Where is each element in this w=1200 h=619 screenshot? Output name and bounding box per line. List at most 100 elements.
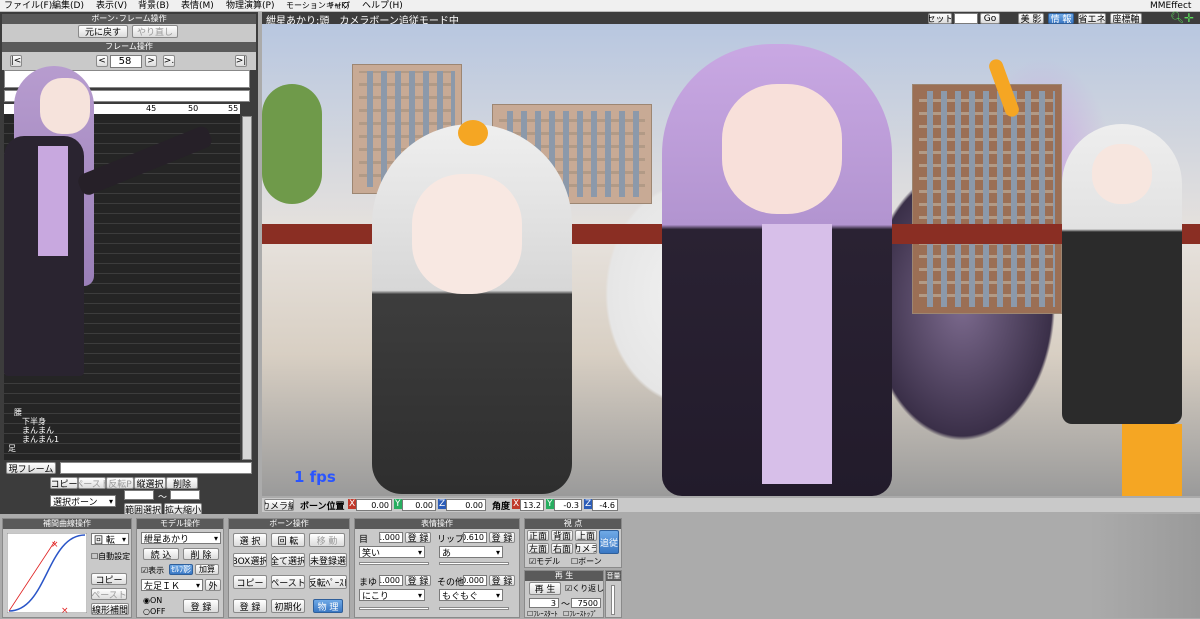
3d-viewport[interactable]: 1 fps (262, 24, 1200, 496)
frame-number-input[interactable]: 58 (110, 55, 142, 68)
bone-move-button[interactable]: 移 動 (309, 533, 345, 547)
self-shadow-button[interactable]: ｾﾙﾌ影 (169, 564, 193, 575)
set-button[interactable]: セット (928, 13, 952, 24)
auto-setting-checkbox[interactable]: ☐自動設定 (91, 551, 130, 562)
bone-select-button[interactable]: 選 択 (233, 533, 267, 547)
left-view-button[interactable]: 左面 (527, 543, 549, 554)
other-register-button[interactable]: 登 録 (489, 575, 515, 586)
beauty-shadow-button[interactable]: 美 影 (1018, 13, 1044, 24)
volume-slider[interactable] (611, 585, 615, 615)
play-button[interactable]: 再 生 (529, 582, 561, 595)
menu-physics[interactable]: 物理演算(P) (226, 0, 274, 12)
select-bone-dropdown[interactable]: 選択ボーン (50, 495, 116, 507)
play-to-field[interactable]: 7500 (571, 598, 601, 608)
paste-frame-button[interactable]: ペースト (78, 477, 106, 489)
lip-slider[interactable] (439, 562, 509, 565)
other-slider[interactable] (439, 607, 509, 610)
off-radio[interactable]: ○OFF (143, 607, 165, 616)
timeline-hscroll[interactable] (60, 462, 252, 474)
box-select-button[interactable]: BOX選択 (233, 553, 267, 567)
show-checkbox[interactable]: ☑表示 (141, 565, 164, 576)
row-label-leg[interactable]: 足 (8, 443, 16, 454)
eye-value[interactable]: 1.000 (379, 532, 403, 543)
coords-button[interactable]: 座標軸 (1110, 13, 1142, 24)
bone-pos-y[interactable]: 0.00 (402, 499, 436, 511)
bone-init-button[interactable]: 初期化 (271, 599, 305, 613)
interp-rotate-dropdown[interactable]: 回 転 (91, 533, 129, 545)
eye-slider[interactable] (359, 562, 429, 565)
frame-go-field[interactable]: 2630 (954, 13, 978, 24)
vertical-select-button[interactable]: 縦選択 (134, 477, 166, 489)
undo-button[interactable]: 元に戻す (78, 25, 128, 38)
add-blend-button[interactable]: 加算 (195, 564, 219, 575)
move-icon[interactable]: ✛ (1184, 12, 1196, 24)
play-from-field[interactable]: 3 (529, 598, 559, 608)
lip-value[interactable]: 0.610 (463, 532, 487, 543)
bone-pos-x[interactable]: 0.00 (356, 499, 392, 511)
model-register-button[interactable]: 登 録 (183, 599, 219, 613)
eye-register-button[interactable]: 登 録 (405, 532, 431, 543)
right-view-button[interactable]: 右面 (551, 543, 573, 554)
menu-capture-k[interactable]: ﾁｬ(K) (330, 0, 350, 12)
angle-y[interactable]: -0.3 (554, 499, 582, 511)
unregistered-select-button[interactable]: 未登録選 (309, 553, 347, 567)
other-value[interactable]: 0.000 (463, 575, 487, 586)
angle-x[interactable]: 13.2 (520, 499, 544, 511)
top-view-button[interactable]: 上面 (575, 530, 597, 541)
menu-view[interactable]: 表示(V) (96, 0, 127, 12)
model-load-button[interactable]: 読 込 (143, 548, 179, 560)
model-delete-button[interactable]: 削 除 (183, 548, 219, 560)
back-view-button[interactable]: 背面 (551, 530, 573, 541)
row-label-waist[interactable]: 腰 (14, 407, 22, 418)
camera-view-button[interactable]: カメラ (575, 543, 597, 554)
menu-background[interactable]: 背景(B) (138, 0, 169, 12)
prev-frame-button[interactable]: < (96, 55, 108, 67)
follow-button[interactable]: 追従 (599, 530, 619, 554)
bone-register-button[interactable]: 登 録 (233, 599, 267, 613)
current-frame-button[interactable]: 現フレーム (6, 462, 56, 474)
lip-register-button[interactable]: 登 録 (489, 532, 515, 543)
eco-button[interactable]: 省エネ (1078, 13, 1106, 24)
range-end-field[interactable] (170, 490, 200, 500)
menu-edit[interactable]: 編集(D) (52, 0, 84, 12)
range-start-field[interactable] (124, 490, 154, 500)
menu-face[interactable]: 表情(M) (181, 0, 214, 12)
bone-copy-button[interactable]: コピー (233, 575, 267, 589)
bone-paste-button[interactable]: ペースト (271, 575, 305, 589)
lip-dropdown[interactable]: あ (439, 546, 503, 558)
timeline-scrollbar[interactable] (242, 116, 252, 460)
outer-parent-button[interactable]: 外 (205, 579, 221, 591)
first-frame-button[interactable]: |< (10, 55, 22, 67)
menu-file[interactable]: ファイル(F) (4, 0, 52, 12)
timeline-grid[interactable]: 45 50 55 腰 下半身 まんまん まんまん1 足 (4, 104, 240, 460)
angle-z[interactable]: -4.6 (592, 499, 618, 511)
redo-button[interactable]: やり直し (132, 25, 178, 38)
linear-interp-button[interactable]: 線形補間 (91, 603, 129, 615)
brow-value[interactable]: 1.000 (379, 575, 403, 586)
model-dropdown[interactable]: 紲星あかり (141, 532, 221, 544)
next-frame-button[interactable]: > (145, 55, 157, 67)
next-key-button[interactable]: >. (163, 55, 175, 67)
interp-paste-button[interactable]: ペースト (91, 588, 127, 600)
bone-name-box-2[interactable] (4, 90, 250, 102)
on-radio[interactable]: ◉ON (143, 596, 162, 605)
physics-button[interactable]: 物 理 (313, 599, 343, 613)
brow-register-button[interactable]: 登 録 (405, 575, 431, 586)
camera-edit-button[interactable]: カメラ編 (264, 499, 294, 511)
bone-pos-z[interactable]: 0.00 (446, 499, 486, 511)
bone-checkbox[interactable]: ☐ボーン (571, 556, 602, 567)
loop-checkbox[interactable]: ☑くり返し (565, 583, 604, 594)
model-checkbox[interactable]: ☑モデル (529, 556, 560, 567)
reverse-paste-button[interactable]: 反転P (106, 477, 134, 489)
bone-name-box[interactable] (4, 70, 250, 88)
brow-slider[interactable] (359, 607, 429, 610)
interp-curve-graph[interactable]: × × (7, 533, 87, 613)
delete-frame-button[interactable]: 削除 (166, 477, 198, 489)
eye-dropdown[interactable]: 笑い (359, 546, 425, 558)
select-all-button[interactable]: 全て選択 (271, 553, 305, 567)
front-view-button[interactable]: 正面 (527, 530, 549, 541)
go-button[interactable]: Go (980, 13, 1000, 24)
last-frame-button[interactable]: >| (235, 55, 247, 67)
info-button[interactable]: 情 報 (1048, 13, 1074, 24)
other-dropdown[interactable]: もぐもぐ (439, 589, 503, 601)
